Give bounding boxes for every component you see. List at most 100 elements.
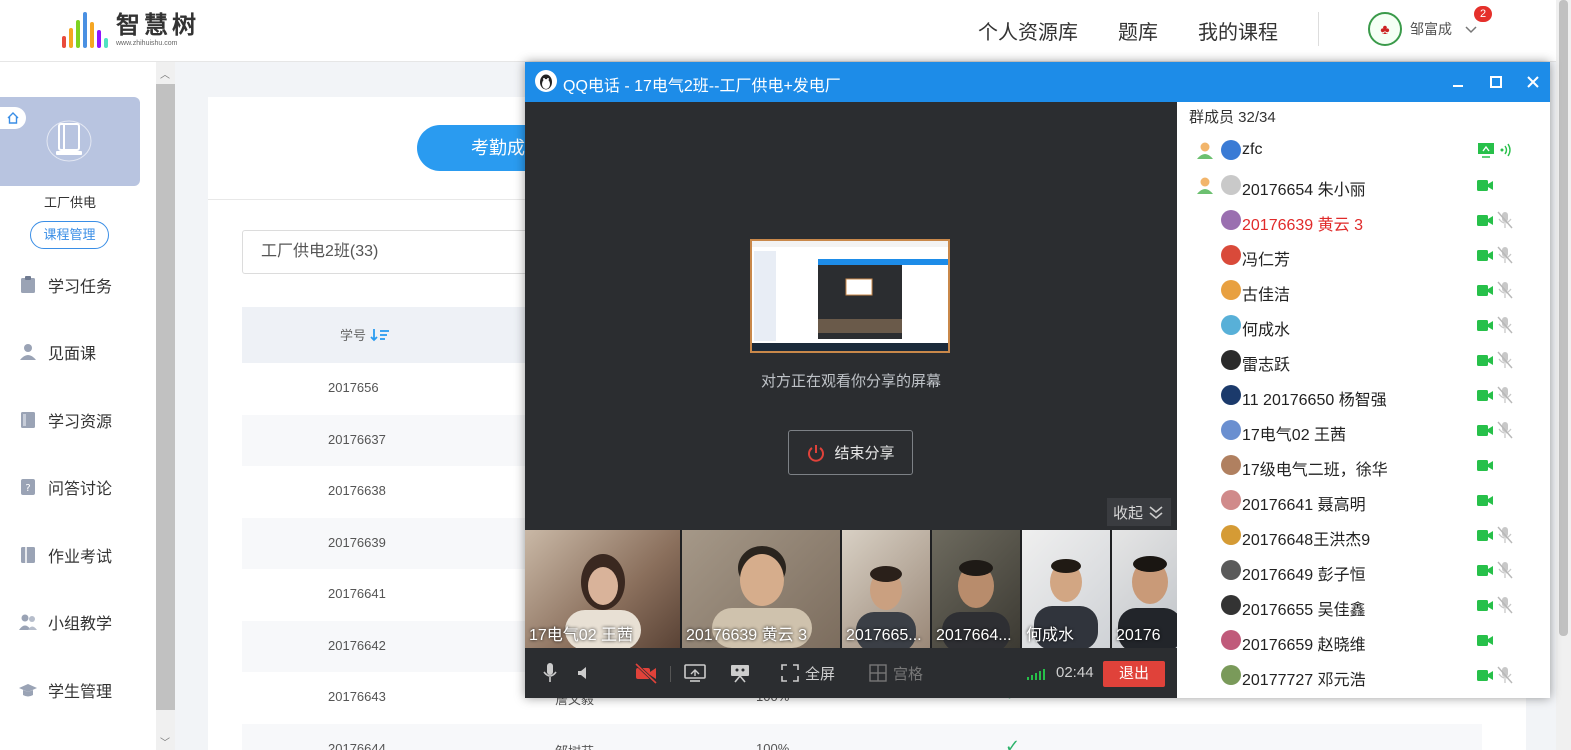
- member-name: 20176649 彭子恒: [1242, 567, 1366, 584]
- video-tile-label: 2017664...: [936, 627, 1012, 644]
- maximize-icon[interactable]: [1485, 71, 1507, 93]
- power-icon: [808, 444, 825, 462]
- sidebar-scroll-thumb[interactable]: [156, 84, 175, 710]
- camera-icon: [1477, 215, 1493, 226]
- video-tile[interactable]: 2017664...: [932, 530, 1020, 648]
- fullscreen-button[interactable]: 全屏: [781, 662, 835, 684]
- member-list-item[interactable]: 20176649 彭子恒: [1177, 553, 1550, 588]
- avatar: [1221, 455, 1241, 475]
- member-name: 古佳洁: [1242, 287, 1291, 304]
- member-list-item[interactable]: 20176659 赵晓维: [1177, 623, 1550, 658]
- cell-student-id: 20176641: [328, 586, 386, 601]
- sidebar-item-study-tasks[interactable]: 学习任务: [18, 270, 112, 300]
- double-chevron-down-icon: [1149, 506, 1163, 520]
- video-tile[interactable]: 17电气02 王茜: [525, 530, 680, 648]
- member-list-item[interactable]: 20176654 朱小丽: [1177, 168, 1550, 203]
- sidebar-item-live-class[interactable]: 见面课: [18, 337, 96, 367]
- sidebar-item-qa[interactable]: ? 问答讨论: [18, 472, 112, 502]
- mic-muted-icon: [1497, 316, 1513, 334]
- speaker-icon[interactable]: [575, 662, 593, 684]
- mic-muted-icon: [1497, 386, 1513, 404]
- column-label: 学号: [340, 328, 367, 343]
- cell-student-id: 2017656: [328, 380, 379, 395]
- user-name[interactable]: 邹富成: [1410, 19, 1452, 39]
- site-logo[interactable]: 智慧树 www.zhihuishu.com: [62, 8, 200, 48]
- member-name: 17电气02 王茜: [1242, 427, 1347, 444]
- notification-badge[interactable]: 2: [1474, 6, 1492, 22]
- mic-muted-icon: [1497, 561, 1513, 579]
- avatar[interactable]: ♣: [1368, 12, 1402, 46]
- sidebar-item-student-management[interactable]: 学生管理: [18, 675, 112, 705]
- camera-icon: [1477, 320, 1493, 331]
- chevron-down-icon[interactable]: [1462, 20, 1480, 38]
- end-share-button[interactable]: 结束分享: [788, 430, 913, 475]
- member-list-item[interactable]: zfc: [1177, 133, 1550, 168]
- page-scrollbar[interactable]: [1556, 0, 1571, 750]
- qq-title-bar[interactable]: QQ电话 - 17电气2班--工厂供电+发电厂: [525, 62, 1550, 102]
- camera-icon: [1477, 600, 1493, 611]
- sidebar-item-resources[interactable]: 学习资源: [18, 405, 112, 435]
- close-icon[interactable]: [1522, 71, 1544, 93]
- video-tile[interactable]: 20176639 黄云 3: [682, 530, 840, 648]
- table-row: 20176644 邹树芬 100% ✓: [242, 723, 1482, 750]
- avatar: [1221, 630, 1241, 650]
- class-select[interactable]: 工厂供电2班(33): [242, 230, 532, 274]
- exit-call-button[interactable]: 退出: [1103, 661, 1165, 687]
- member-name: zfc: [1242, 141, 1263, 158]
- minimize-icon[interactable]: [1447, 71, 1469, 93]
- camera-icon: [1477, 670, 1493, 681]
- video-tile[interactable]: 20176: [1112, 530, 1177, 648]
- member-list-item[interactable]: 何成水: [1177, 308, 1550, 343]
- video-tile[interactable]: 2017665...: [842, 530, 930, 648]
- sidebar-scrollbar[interactable]: ︿ ﹀: [156, 62, 175, 750]
- member-list-item[interactable]: 11 20176650 杨智强: [1177, 378, 1550, 413]
- scroll-up-arrow-icon[interactable]: ︿: [160, 66, 170, 81]
- cell-student-name: 邹树芬: [555, 741, 594, 750]
- home-icon[interactable]: [0, 107, 26, 129]
- page-scroll-thumb[interactable]: [1559, 0, 1568, 636]
- microphone-icon[interactable]: [541, 662, 559, 684]
- grid-view-button[interactable]: 宫格: [869, 662, 923, 684]
- avatar: [1221, 595, 1241, 615]
- member-list-item[interactable]: 20176648王洪杰9: [1177, 518, 1550, 553]
- member-list-item[interactable]: 17电气02 王茜: [1177, 413, 1550, 448]
- member-list-item[interactable]: 雷志跃: [1177, 343, 1550, 378]
- mic-muted-icon: [1497, 281, 1513, 299]
- course-card[interactable]: [0, 97, 140, 186]
- screen-share-preview[interactable]: [750, 239, 950, 353]
- call-duration: 02:44: [1056, 664, 1094, 681]
- cell-attendance-rate: 100%: [756, 740, 790, 750]
- member-list-item[interactable]: 冯仁芳: [1177, 238, 1550, 273]
- member-list-item[interactable]: 20176641 聂高明: [1177, 483, 1550, 518]
- group-icon: [19, 614, 37, 630]
- sidebar-item-group-teaching[interactable]: 小组教学: [18, 607, 112, 637]
- user-menu[interactable]: ♣ 邹富成 2: [1368, 6, 1492, 46]
- sort-icon[interactable]: [370, 327, 390, 343]
- video-tile-label: 2017665...: [846, 627, 922, 644]
- scroll-down-arrow-icon[interactable]: ﹀: [160, 734, 170, 749]
- camera-off-icon[interactable]: [634, 662, 658, 684]
- sidebar-item-label: 学生管理: [48, 684, 113, 701]
- course-manage-button[interactable]: 课程管理: [30, 221, 109, 249]
- screen-share-icon[interactable]: [684, 662, 706, 684]
- camera-icon: [1477, 635, 1493, 646]
- sidebar-item-homework-exam[interactable]: 作业考试: [18, 540, 112, 570]
- video-tile-label: 20176639 黄云 3: [686, 627, 807, 644]
- whiteboard-icon[interactable]: [729, 662, 751, 684]
- host-icon: [1197, 142, 1213, 159]
- member-list-item[interactable]: 古佳洁: [1177, 273, 1550, 308]
- member-list-item[interactable]: 17级电气二班，徐华: [1177, 448, 1550, 483]
- member-list-item[interactable]: 20176639 黄云 3: [1177, 203, 1550, 238]
- column-student-id[interactable]: 学号: [340, 325, 390, 344]
- collapse-button[interactable]: 收起: [1107, 498, 1172, 526]
- member-list-item[interactable]: 20176655 吴佳鑫: [1177, 588, 1550, 623]
- member-list-item[interactable]: 20177727 邓元浩: [1177, 658, 1550, 693]
- avatar: [1221, 385, 1241, 405]
- nav-personal-library[interactable]: 个人资源库: [978, 16, 1078, 45]
- top-nav: 个人资源库 题库 我的课程: [978, 16, 1278, 45]
- nav-my-courses[interactable]: 我的课程: [1198, 16, 1278, 45]
- nav-question-bank[interactable]: 题库: [1118, 16, 1158, 45]
- video-tile-label: 何成水: [1026, 627, 1075, 644]
- video-tile[interactable]: 何成水: [1022, 530, 1110, 648]
- avatar: [1221, 665, 1241, 685]
